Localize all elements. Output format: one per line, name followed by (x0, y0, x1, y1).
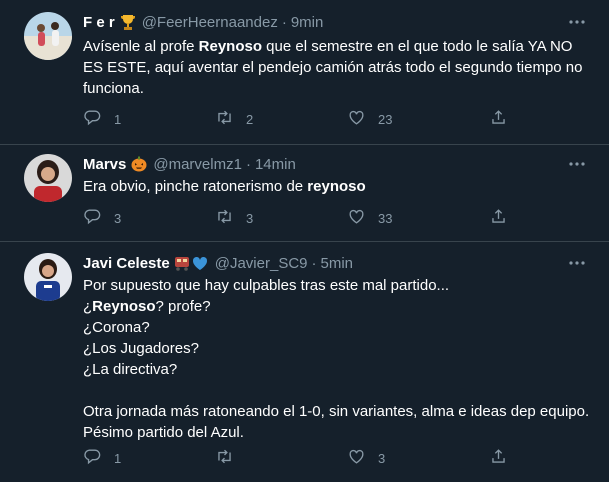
reply-icon (83, 207, 102, 229)
timestamp[interactable]: 14min (255, 156, 296, 173)
separator-dot: · (281, 13, 287, 31)
more-icon[interactable] (567, 154, 587, 174)
share-button[interactable] (489, 109, 508, 129)
user-handle[interactable]: @Javier_SC9 (215, 255, 308, 272)
reply-icon (83, 447, 102, 469)
display-name[interactable]: F e r (83, 14, 115, 31)
user-handle[interactable]: @FeerHeernaandez (142, 14, 278, 31)
share-button[interactable] (489, 208, 508, 228)
retweet-icon (215, 447, 234, 469)
like-button[interactable]: 23 (347, 109, 392, 129)
more-icon[interactable] (567, 12, 587, 32)
text-segment: Avísenle al profe (83, 38, 199, 55)
tweet-header: Marvs @marvelmz1 · 14min (83, 154, 569, 174)
like-count: 33 (378, 210, 393, 226)
separator-dot: · (311, 254, 317, 272)
text-segment: ? profe? (155, 298, 211, 315)
separator-dot: · (245, 155, 251, 173)
avatar[interactable] (24, 154, 72, 202)
display-name[interactable]: Javi Celeste (83, 255, 170, 272)
reply-button[interactable]: 1 (83, 448, 121, 468)
retweet-count: 3 (246, 210, 254, 226)
tweet-text: Era obvio, pinche ratonerismo de reynoso (83, 176, 593, 197)
pumpkin-emoji (130, 155, 148, 173)
share-icon (489, 207, 508, 229)
text-line: ¿Corona? (83, 319, 150, 336)
share-button[interactable] (489, 448, 508, 468)
tweet-actions: 1 3 (83, 448, 513, 468)
tweet-text: Avísenle al profe Reynoso que el semestr… (83, 36, 593, 99)
reply-count: 3 (114, 210, 122, 226)
avatar[interactable] (24, 253, 72, 301)
text-bold-segment: Reynoso (198, 38, 262, 55)
text-segment: ¿ (83, 298, 93, 315)
text-line: Otra jornada más ratoneando el 1-0, sin … (83, 403, 590, 420)
reply-count: 1 (114, 450, 122, 466)
train-and-heart-emoji (174, 254, 210, 272)
tweet-actions: 1 2 23 (83, 109, 513, 129)
trophy-emoji (119, 13, 137, 31)
tweet-actions: 3 3 33 (83, 208, 513, 228)
text-line: Por supuesto que hay culpables tras este… (83, 277, 450, 294)
retweet-icon (215, 108, 234, 130)
text-line: ¿Reynoso? profe? (83, 296, 593, 317)
avatar[interactable] (24, 12, 72, 60)
text-line: Pésimo partido del Azul. (83, 424, 244, 441)
text-bold-segment: reynoso (307, 178, 366, 195)
reply-count: 1 (114, 111, 122, 127)
timestamp[interactable]: 5min (321, 255, 354, 272)
like-button[interactable]: 3 (347, 448, 385, 468)
more-icon[interactable] (567, 253, 587, 273)
retweet-count: 2 (246, 111, 254, 127)
reply-button[interactable]: 1 (83, 109, 121, 129)
like-count: 23 (378, 111, 393, 127)
heart-icon (347, 108, 366, 130)
tweet-text: Por supuesto que hay culpables tras este… (83, 275, 593, 443)
timestamp[interactable]: 9min (291, 14, 324, 31)
tweet-header: F e r @FeerHeernaandez · 9min (83, 12, 569, 32)
like-button[interactable]: 33 (347, 208, 392, 228)
share-icon (489, 447, 508, 469)
share-icon (489, 108, 508, 130)
retweet-icon (215, 207, 234, 229)
tweet[interactable]: Marvs @marvelmz1 · 14min Era obvio, pinc… (0, 145, 609, 241)
retweet-button[interactable]: 3 (215, 208, 253, 228)
display-name[interactable]: Marvs (83, 156, 126, 173)
retweet-button[interactable]: 2 (215, 109, 253, 129)
text-segment: Era obvio, pinche ratonerismo de (83, 178, 308, 195)
reply-icon (83, 108, 102, 130)
text-bold-segment: Reynoso (92, 298, 156, 315)
like-count: 3 (378, 450, 386, 466)
text-line: ¿La directiva? (83, 361, 178, 378)
tweet[interactable]: Javi Celeste @Javier_SC9 · 5min Por supu… (0, 242, 609, 482)
reply-button[interactable]: 3 (83, 208, 121, 228)
heart-icon (347, 207, 366, 229)
tweet[interactable]: F e r @FeerHeernaandez · 9min Avísenle a… (0, 0, 609, 144)
text-line: ¿Los Jugadores? (83, 340, 199, 357)
tweet-feed: F e r @FeerHeernaandez · 9min Avísenle a… (0, 0, 609, 482)
tweet-header: Javi Celeste @Javier_SC9 · 5min (83, 253, 569, 273)
heart-icon (347, 447, 366, 469)
retweet-button[interactable] (215, 448, 246, 468)
user-handle[interactable]: @marvelmz1 (153, 156, 242, 173)
